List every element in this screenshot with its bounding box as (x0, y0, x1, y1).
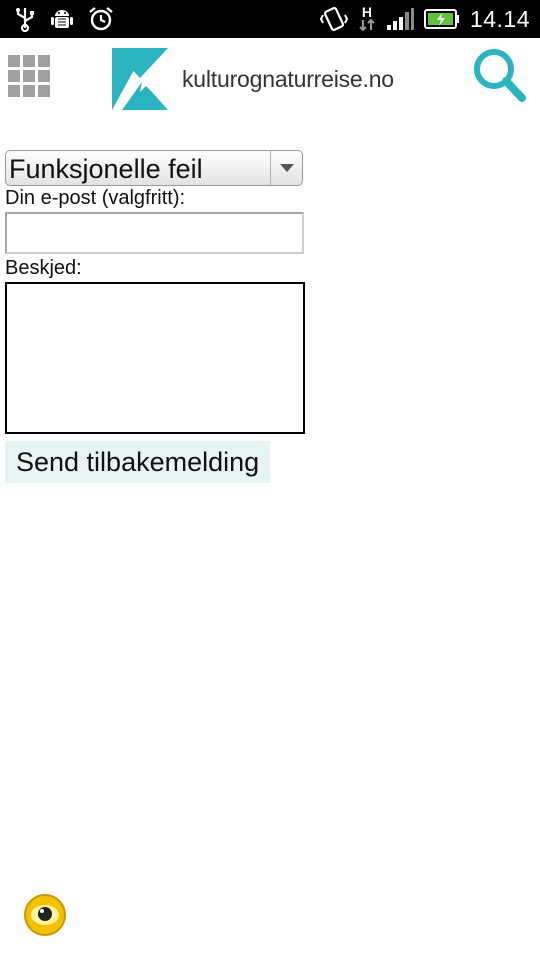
vibrate-icon (319, 6, 348, 32)
search-icon[interactable] (470, 46, 530, 106)
grid-menu-icon[interactable] (8, 55, 52, 99)
status-time: 14.14 (469, 5, 530, 32)
category-select-value: Funksjonelle feil (9, 154, 203, 184)
email-field[interactable] (5, 212, 304, 254)
logo-mark-icon (112, 48, 168, 110)
logo-text: kulturognaturreise.no (182, 65, 394, 92)
signal-icon (386, 7, 414, 31)
status-bar-right: H 14.14 (319, 2, 530, 36)
network-type-label: H (361, 4, 372, 20)
android-debug-icon (50, 6, 74, 32)
app-header: kulturognaturreise.no (0, 38, 540, 120)
message-label: Beskjed: (5, 257, 82, 279)
category-select[interactable]: Funksjonelle feil (5, 150, 303, 186)
alarm-icon (88, 6, 114, 32)
email-label: Din e-post (valgfritt): (5, 187, 186, 209)
hspa-data-icon: H (358, 4, 376, 32)
usb-icon (14, 6, 36, 32)
site-logo[interactable]: kulturognaturreise.no (112, 48, 394, 110)
chevron-down-icon (270, 151, 302, 185)
feedback-form: Funksjonelle feil Din e-post (valgfritt)… (5, 150, 305, 483)
message-textarea[interactable] (5, 282, 305, 434)
status-bar-left (14, 4, 114, 34)
overlay-eye-button[interactable] (23, 893, 67, 937)
battery-charging-icon (423, 8, 460, 30)
status-bar: H 14.14 (0, 0, 540, 38)
submit-feedback-button[interactable]: Send tilbakemelding (5, 441, 271, 483)
